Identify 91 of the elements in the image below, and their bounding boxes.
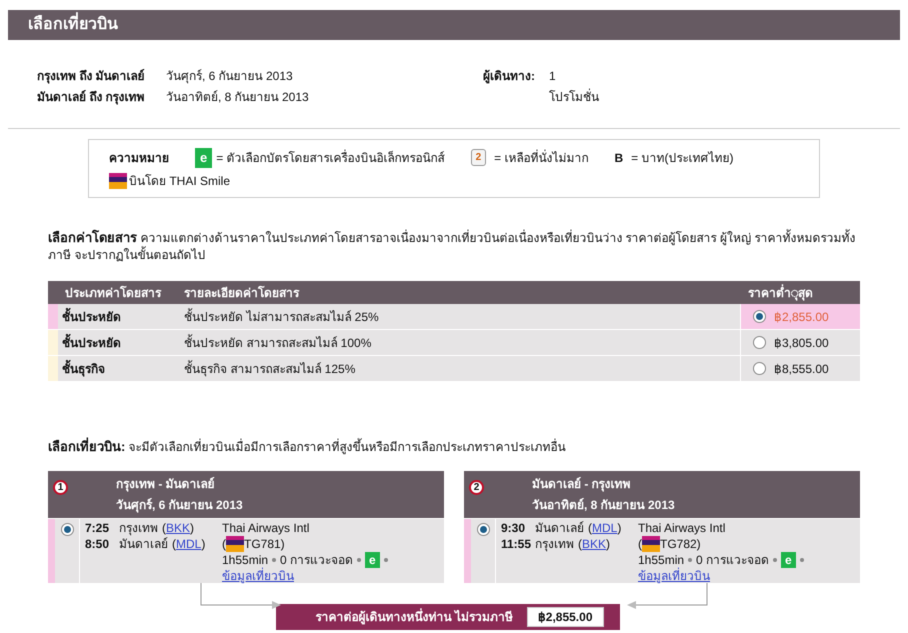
radio-button[interactable]: [476, 522, 490, 536]
row-indicator-stripe: [464, 518, 471, 582]
passengers-count: 1: [549, 68, 556, 85]
parenthesis: (: [222, 536, 226, 552]
flight-number: TG781): [244, 536, 285, 552]
table-cell-text: ชั้นธุรกิจ สามารถสะสมไมล์ 125%: [184, 359, 356, 378]
parenthesis: (: [578, 536, 582, 552]
flight-date: วันศุกร์, 6 กันยายน 2013: [116, 496, 243, 514]
flight-details-link[interactable]: ข้อมูลเที่ยวบิน: [638, 568, 710, 582]
departure-city: มันดาเลย์: [535, 520, 584, 536]
airport-code-link[interactable]: MDL: [176, 536, 202, 552]
flight-details-link[interactable]: ข้อมูลเที่ยวบิน: [222, 568, 294, 582]
flag-icon: [226, 536, 244, 552]
airport-code-link[interactable]: BKK: [582, 536, 606, 552]
radio-button[interactable]: [753, 362, 766, 375]
column-header: ราคาต่ำ◌ุสุด: [747, 284, 814, 302]
departure-city: กรุงเทพ: [119, 520, 158, 536]
parenthesis: (: [162, 520, 166, 536]
legend-text: = เหลือที่นั่งไม่มาก: [494, 148, 588, 167]
legend-title: ความหมาย: [109, 150, 169, 167]
parenthesis: (: [638, 536, 642, 552]
column-header: รายละเอียดค่าโดยสาร: [184, 284, 300, 302]
airport-code-link[interactable]: BKK: [166, 520, 190, 536]
table-cell: ชั้นประหยัด: [58, 304, 184, 329]
flag-icon: [109, 172, 127, 188]
stops-count: 0 การแวะจอด: [696, 552, 770, 568]
fare-price: ฿8,555.00: [774, 360, 829, 378]
fare-price: ฿2,855.00: [774, 308, 829, 326]
arrival-time: 8:50: [85, 536, 110, 552]
flight-route: มันดาเลย์ - กรุงเทพ: [532, 476, 632, 492]
e-ticket-badge: e: [365, 552, 380, 568]
arrival-city: มันดาเลย์: [119, 536, 168, 552]
seat-count-icon: 2: [470, 149, 486, 166]
parenthesis: ): [617, 520, 622, 536]
travel-date: วันศุกร์, 6 กันยายน 2013: [166, 68, 293, 85]
total-label: ราคาต่อผู้เดินทางหนึ่งท่าน ไม่รวมภาษี: [315, 608, 513, 626]
parenthesis: (: [172, 536, 176, 552]
row-indicator-stripe: [48, 356, 58, 381]
airline-name: Thai Airways Intl: [638, 520, 726, 536]
e-ticket-badge: e: [781, 552, 796, 568]
flight-route: กรุงเทพ - มันดาเลย์: [116, 476, 216, 492]
arrival-city: กรุงเทพ: [535, 536, 574, 552]
currency-symbol: B: [614, 150, 624, 167]
step-number-badge: 2: [469, 480, 484, 494]
dot-separator: [773, 558, 778, 562]
route-label: มันดาเลย์ ถึง กรุงเทพ: [37, 89, 146, 106]
departure-time: 7:25: [85, 520, 110, 536]
arrival-time: 11:55: [501, 536, 531, 552]
step-number-badge: 1: [53, 480, 68, 494]
table-cell: ชั้นธุรกิจ: [58, 356, 184, 381]
fare-intro-text: เลือกค่าโดยสาร ความแตกต่างด้านราคาในประเภทค่าโดยสารอาจเนื่องมาจากเที่ยวบินต่อเนื่องหรือเที่ยวบินว่าง ราคาต่อผู้โดยสาร ผู้ใหญ่ ราคาทั้งหมดรวมทั้ง ภาษี จะปรากฏในขั้นตอนถัดไป: [48, 229, 856, 264]
legend-text: = ตัวเลือกบัตรโดยสารเครื่องบินอิเล็กทรอนิกส์: [216, 148, 445, 167]
passengers-label: ผู้เดินทาง:: [483, 68, 536, 85]
legend-text: = บาท(ประเทศไทย): [631, 150, 734, 167]
table-cell-text: ชั้นประหยัด สามารถสะสมไมล์ 100%: [184, 333, 372, 352]
flight-date: วันอาทิตย์, 8 กันยายน 2013: [532, 496, 675, 514]
row-indicator-stripe: [48, 518, 55, 582]
table-cell-text: ชั้นประหยัด ไม่สามารถสะสมไมล์ 25%: [184, 307, 380, 326]
e-ticket-badge: e: [195, 148, 212, 168]
table-cell: ชั้นประหยัด: [58, 330, 184, 355]
flight-number: TG782): [660, 536, 701, 552]
row-indicator-stripe: [48, 304, 58, 329]
fare-price: ฿3,805.00: [774, 334, 829, 352]
dot-separator: [272, 558, 276, 562]
flag-icon: [642, 536, 660, 552]
airline-name: Thai Airways Intl: [222, 520, 310, 536]
column-header: ประเภทค่าโดยสาร: [64, 284, 162, 302]
airport-code-link[interactable]: MDL: [592, 520, 618, 536]
dot-separator: [357, 558, 362, 562]
dot-separator: [800, 558, 804, 562]
flight-intro-text: เลือกเที่ยวบิน: จะมีตัวเลือกเที่ยวบินเมื่อมีการเลือกราคาที่สูงขึ้นหรือมีการเลือกประเภทราคาประเภทอื่น: [48, 437, 567, 456]
dot-separator: [688, 558, 692, 562]
radio-button[interactable]: [753, 310, 766, 323]
row-indicator-stripe: [48, 330, 58, 355]
route-label: กรุงเทพ ถึง มันดาเลย์: [37, 68, 146, 85]
stops-count: 0 การแวะจอด: [280, 552, 354, 568]
radio-button[interactable]: [753, 336, 766, 349]
promotion-label: โปรโมชั่น: [548, 88, 599, 106]
page-title: เลือกเที่ยวบิน: [8, 10, 900, 40]
legend-text: บินโดย THAI Smile: [129, 172, 230, 190]
dot-separator: [384, 558, 388, 562]
total-price: ฿2,855.00: [526, 606, 604, 626]
parenthesis: (: [588, 520, 592, 536]
flight-duration: 1h55min: [638, 552, 684, 568]
parenthesis: ): [201, 536, 206, 552]
parenthesis: ): [190, 520, 194, 536]
flight-duration: 1h55min: [222, 552, 268, 568]
departure-time: 9:30: [501, 520, 526, 536]
travel-date: วันอาทิตย์, 8 กันยายน 2013: [166, 89, 309, 106]
radio-button[interactable]: [60, 522, 74, 536]
parenthesis: ): [606, 536, 610, 552]
